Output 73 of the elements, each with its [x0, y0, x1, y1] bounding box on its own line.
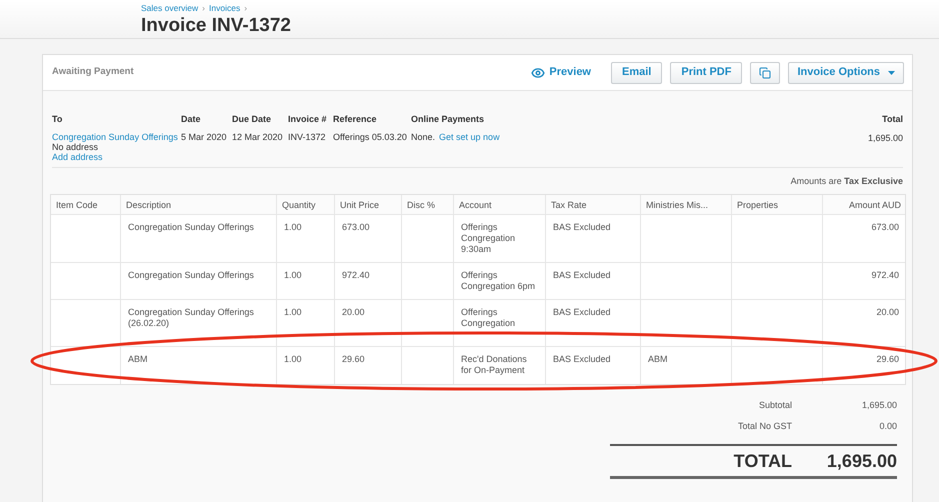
table-cell: Offerings Congregation 9:30am: [461, 222, 516, 254]
column-header: Amount AUD: [848, 199, 902, 212]
invoice-options-dropdown[interactable]: Invoice Options: [788, 62, 904, 84]
detail-value: 5 Mar 2020: [181, 132, 227, 142]
table-cell: ABM: [128, 354, 148, 364]
table-cell: 1.00: [284, 354, 302, 364]
table-cell: 29.60: [876, 354, 899, 364]
table-cell: Congregation Sunday Offerings: [128, 270, 254, 280]
table-cell: BAS Excluded: [553, 222, 611, 232]
caret-icon: [888, 70, 895, 74]
detail-value: Offerings 05.03.20: [333, 132, 407, 142]
preview-link[interactable]: Preview: [531, 64, 591, 81]
toolbar-button[interactable]: Email: [611, 62, 662, 84]
detail-heading: Date: [181, 113, 202, 126]
table-cell: Offerings Congregation: [461, 307, 516, 328]
amounts-note: Amounts are Tax Exclusive: [790, 174, 903, 188]
copy-icon: [759, 66, 772, 78]
detail-value: No address: [52, 142, 98, 152]
table-cell: 20.00: [876, 307, 899, 317]
total-heading: Total: [881, 113, 903, 126]
summary-label: Subtotal: [758, 399, 792, 412]
summary-value: 1,695.00: [860, 399, 897, 412]
column-header: Description: [121, 195, 277, 214]
table-cell: Offerings Congregation 6pm: [461, 270, 536, 291]
table-cell: 972.40: [871, 270, 899, 280]
eye-icon: [531, 66, 546, 80]
table-cell: 673.00: [871, 222, 899, 232]
grand-total-label: TOTAL: [734, 450, 792, 472]
summary-label: Total No GST: [738, 420, 792, 433]
detail-value: None.: [411, 132, 436, 142]
column-header: Quantity: [277, 195, 335, 214]
column-header: Properties: [732, 195, 823, 214]
column-header: Account: [454, 195, 546, 214]
breadcrumb-separator: ›: [202, 2, 206, 15]
detail-link[interactable]: Get set up now: [439, 132, 500, 142]
detail-link[interactable]: Congregation Sunday Offerings: [52, 132, 178, 142]
summary-value: 0.00: [878, 420, 897, 433]
table-cell: 972.40: [342, 270, 370, 280]
table-cell: Rec'd Donations for On-Payment: [461, 354, 527, 375]
detail-value: INV-1372: [288, 132, 326, 142]
breadcrumb-separator: ›: [244, 2, 248, 15]
table-cell: BAS Excluded: [553, 307, 611, 317]
detail-heading: To: [52, 113, 64, 126]
table-cell: BAS Excluded: [553, 354, 611, 364]
detail-heading: Due Date: [232, 113, 272, 126]
page-title: Invoice INV-1372: [141, 14, 292, 37]
column-header: Disc %: [402, 195, 454, 214]
table-cell: 29.60: [342, 354, 365, 364]
detail-heading: Invoice #: [288, 113, 328, 126]
detail-heading: Online Payments: [411, 113, 486, 126]
column-header: Tax Rate: [546, 195, 641, 214]
breadcrumb-link[interactable]: Invoices: [209, 2, 240, 15]
breadcrumb-link[interactable]: Sales overview: [141, 2, 198, 15]
column-header: Ministries Mis...: [641, 195, 732, 214]
status-label: Awaiting Payment: [52, 65, 134, 80]
table-cell: BAS Excluded: [553, 270, 611, 280]
table-cell: 1.00: [284, 270, 302, 280]
column-header: Item Code: [51, 195, 121, 214]
total-value: 1,695.00: [868, 132, 903, 144]
table-cell: ABM: [648, 354, 668, 364]
grand-total-value: 1,695.00: [826, 450, 897, 472]
column-header: Unit Price: [335, 195, 402, 214]
detail-heading: Reference: [333, 113, 378, 126]
table-cell: 1.00: [284, 307, 302, 317]
table-cell: Congregation Sunday Offerings (26.02.20): [128, 307, 254, 328]
table-cell: 20.00: [342, 307, 365, 317]
table-cell: 1.00: [284, 222, 302, 232]
toolbar-button[interactable]: Print PDF: [670, 62, 742, 84]
detail-link[interactable]: Add address: [52, 152, 103, 162]
detail-value: 12 Mar 2020: [232, 132, 283, 142]
table-cell: Congregation Sunday Offerings: [128, 222, 254, 232]
table-cell: 673.00: [342, 222, 370, 232]
copy-button[interactable]: [750, 62, 780, 84]
